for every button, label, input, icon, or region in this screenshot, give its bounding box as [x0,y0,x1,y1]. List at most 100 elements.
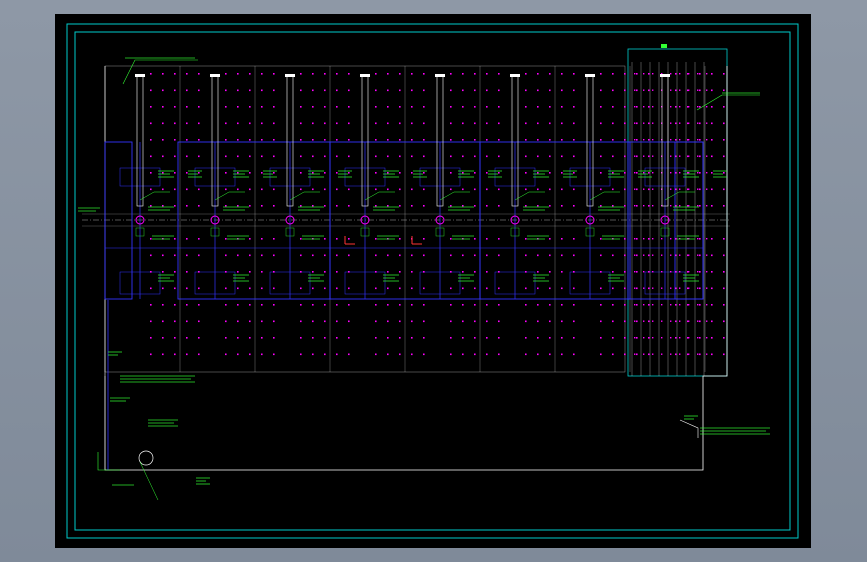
pile-dot [706,205,708,207]
pile-dot [706,139,708,141]
pile-dot [387,320,389,323]
column-cap [435,74,445,77]
pile-dot [661,304,663,306]
pile-dot [474,122,476,125]
pile-dot [273,139,275,141]
pile-dot [688,155,690,157]
pile-dot [399,139,401,141]
pile-dot [273,320,275,323]
pile-dot [186,89,188,92]
pile-dot [324,271,326,273]
pile-dot [688,304,690,306]
pile-dot [688,172,690,174]
pile-dot [697,172,699,174]
pile-dot [670,73,672,75]
pile-dot [150,155,152,158]
pile-dot [348,271,350,273]
pile-dot [670,188,672,190]
pile-dot [324,353,326,356]
pile-dot [261,122,263,125]
pile-dot [249,254,251,257]
pile-dot [600,287,602,290]
pile-dot [186,106,188,108]
pile-dot [612,89,614,92]
pile-dot [300,337,302,339]
pile-dot [225,254,227,257]
pile-dot [399,205,401,207]
pile-dot [348,205,350,207]
pile-dot [225,238,227,240]
pile-dot [525,337,527,339]
pile-dot [549,155,551,158]
pile-dot [648,89,650,92]
pile-dot [648,287,650,290]
pile-dot [498,172,500,174]
pile-dot [525,205,527,207]
pile-dot [261,271,263,273]
pile-dot [549,320,551,323]
pile-dot [549,287,551,290]
pile-dot [675,73,677,75]
pile-dot [636,89,638,92]
pile-dot [624,172,626,174]
pile-dot [162,155,164,158]
pile-dot [706,304,708,306]
pile-dot [561,172,563,174]
pile-dot [387,271,389,273]
pile-dot [174,73,176,75]
cad-viewport[interactable] [0,0,867,562]
pile-dot [498,188,500,191]
pile-dot [450,304,452,306]
pile-dot [706,238,708,240]
pile-dot [679,320,681,322]
pile-dot [624,89,626,92]
pile-dot [486,304,488,306]
pile-dot [723,139,725,141]
pile-dot [225,353,227,356]
pile-dot [450,139,452,141]
pile-dot [336,254,338,257]
pile-dot [525,122,527,125]
pile-dot [561,106,563,108]
pile-dot [634,106,636,108]
pile-dot [273,337,275,339]
pile-dot [636,238,638,240]
pile-dot [670,238,672,240]
pile-dot [697,205,699,207]
pile-dot [670,106,672,108]
pile-dot [634,89,636,91]
pile-dot [652,172,654,174]
pile-dot [186,320,188,323]
pile-dot [186,172,188,174]
pile-dot [474,139,476,141]
pile-dot [336,287,338,290]
pile-dot [399,238,401,240]
pile-dot [324,205,326,207]
pile-dot [688,205,690,207]
pile-dot [198,89,200,92]
column-cap [660,74,670,77]
cad-drawing-canvas[interactable] [0,0,867,562]
pile-dot [348,353,350,356]
pile-dot [423,254,425,257]
pile-dot [324,188,326,191]
pile-dot [549,89,551,92]
pile-dot [486,205,488,207]
pile-dot [723,188,725,191]
pile-dot [723,337,725,339]
pile-dot [652,73,654,75]
pile-dot [273,122,275,125]
pile-dot [573,353,575,356]
pile-dot [561,353,563,356]
pile-dot [324,106,326,108]
pile-dot [336,320,338,323]
pile-dot [699,337,701,339]
pile-dot [399,188,401,191]
pile-dot [670,353,672,355]
pile-dot [399,271,401,273]
pile-dot [711,188,713,191]
pile-dot [643,238,645,240]
pile-dot [273,254,275,257]
pile-dot [474,320,476,323]
pile-dot [652,271,654,273]
